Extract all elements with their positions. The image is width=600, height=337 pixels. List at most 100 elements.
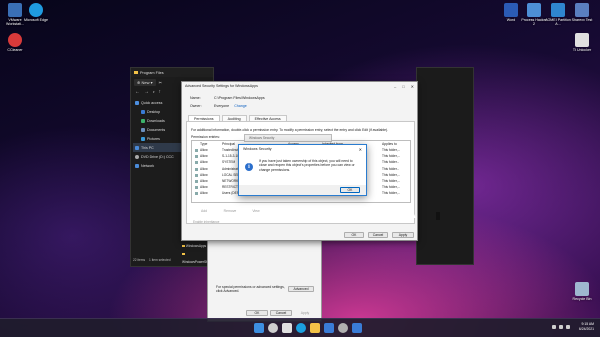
- sidebar-item-label: Network: [141, 163, 155, 168]
- desktop-icon: [141, 109, 145, 114]
- desktop-icon-recycle-bin[interactable]: Recycle Bin: [568, 282, 596, 301]
- task-view-icon[interactable]: [282, 323, 292, 333]
- permissions-description: For additional information, double-click…: [191, 128, 389, 132]
- sidebar-item-label: Pictures: [147, 136, 160, 141]
- close-icon[interactable]: ✕: [411, 84, 414, 89]
- windows-security-stub: Windows Security: [244, 134, 332, 142]
- cell-type: Allow: [200, 179, 208, 183]
- windows-security-dialog: Windows Security ✕ i If you have just ta…: [238, 144, 367, 196]
- volume-icon[interactable]: [566, 325, 570, 329]
- name-label: Name:: [190, 96, 201, 100]
- user-icon: [195, 149, 198, 152]
- name-value: C:\Program Files\WindowsApps: [214, 96, 265, 100]
- search-icon[interactable]: [268, 323, 278, 333]
- back-icon[interactable]: ←: [135, 89, 140, 95]
- file-explorer-icon[interactable]: [310, 323, 320, 333]
- change-owner-link[interactable]: Change: [234, 104, 247, 108]
- dialog-title: Windows Security: [243, 147, 272, 151]
- add-button[interactable]: Add: [193, 208, 215, 214]
- cell-type: Allow: [200, 160, 208, 165]
- enable-inheritance-option[interactable]: Enable inheritance: [193, 220, 219, 224]
- dialog-body: i If you have just taken ownership of th…: [239, 153, 366, 185]
- apply-button[interactable]: Apply: [294, 310, 316, 316]
- close-icon[interactable]: ✕: [359, 147, 362, 152]
- desktop-icon-edge[interactable]: Microsoft Edge: [22, 3, 50, 22]
- new-button[interactable]: ⊕ New ▾: [134, 78, 156, 86]
- document-icon: [141, 127, 145, 132]
- sidebar-item-label: Documents: [147, 127, 166, 132]
- dialog-title: Advanced Security Settings for WindowsAp…: [185, 84, 258, 88]
- edge-icon: [29, 3, 43, 17]
- cancel-button[interactable]: Cancel: [368, 232, 388, 238]
- shield-icon[interactable]: [352, 323, 362, 333]
- column-header-applies[interactable]: Applies to: [382, 142, 397, 146]
- taskbar-apps: [254, 323, 362, 333]
- cell-applies: This folder,...: [382, 179, 401, 183]
- desktop-icon-ccleaner[interactable]: CCleaner: [1, 33, 29, 52]
- start-icon[interactable]: [254, 323, 264, 333]
- user-icon: [195, 173, 198, 177]
- minimize-icon[interactable]: –: [394, 84, 396, 89]
- forward-icon[interactable]: →: [144, 89, 149, 95]
- sidebar-item-label: This PC: [141, 145, 154, 150]
- cut-icon[interactable]: ✂: [159, 80, 162, 85]
- maximize-icon[interactable]: □: [402, 84, 404, 89]
- owner-row: Owner: Everyone Change: [190, 104, 247, 108]
- folder-label: WindowsApps: [185, 244, 207, 248]
- column-header-principal[interactable]: Principal: [222, 142, 235, 146]
- advanced-button[interactable]: Advanced: [288, 286, 314, 292]
- folder-icon: [182, 253, 185, 255]
- cell-type: Allow: [200, 148, 208, 152]
- taskbar: 9:15 AM 6/24/2021: [0, 318, 600, 337]
- sidebar-item-label: DVD Drive (D:) CCC: [141, 154, 174, 159]
- explorer-titlebar: Program Files: [131, 68, 213, 77]
- recent-icon[interactable]: ▾: [153, 90, 155, 94]
- desktop-icon-ti-unlocker[interactable]: TI Unlocker: [568, 33, 596, 52]
- cell-applies: This folder,...: [382, 154, 401, 159]
- properties-dialog-fragment: For special permissions or advanced sett…: [207, 240, 322, 322]
- explorer-right-pane: [416, 67, 474, 265]
- cell-type: Allow: [200, 154, 208, 159]
- scrollbar-thumb[interactable]: [436, 212, 440, 220]
- computer-icon: [135, 145, 139, 150]
- cell-type: Allow: [200, 166, 208, 171]
- chevron-up-icon[interactable]: [552, 325, 556, 329]
- cell-applies: This folder...: [382, 160, 400, 165]
- new-label: New: [141, 79, 150, 85]
- lock-icon: [575, 33, 589, 47]
- settings-icon[interactable]: [338, 323, 348, 333]
- desktop-icon-label: Recycle Bin: [572, 297, 592, 301]
- sidebar-item-label: Desktop: [147, 109, 161, 114]
- network-icon[interactable]: [559, 325, 563, 329]
- cell-applies: This folder,...: [382, 172, 401, 177]
- dialog-titlebar: Advanced Security Settings for WindowsAp…: [182, 82, 417, 90]
- ok-button[interactable]: OK: [340, 187, 360, 193]
- aomei-icon: [551, 3, 565, 17]
- advanced-hint: For special permissions or advanced sett…: [216, 285, 285, 294]
- store-icon[interactable]: [324, 323, 334, 333]
- desktop-icon-label: Microsoft Edge: [24, 18, 48, 22]
- edge-icon[interactable]: [296, 323, 306, 333]
- cancel-button[interactable]: Cancel: [270, 310, 292, 316]
- cell-applies: This folder...: [382, 166, 400, 171]
- up-icon[interactable]: ↑: [159, 89, 162, 95]
- system-tray: [552, 325, 570, 329]
- owner-label: Owner:: [190, 104, 202, 108]
- view-button[interactable]: View: [245, 208, 267, 214]
- owner-value-group: Everyone Change: [214, 104, 247, 108]
- window-title: Program Files: [140, 70, 164, 75]
- remove-button[interactable]: Remove: [219, 208, 241, 214]
- desktop-icon-sharexx[interactable]: Sharexx Test: [568, 3, 596, 22]
- clock[interactable]: 9:15 AM 6/24/2021: [579, 322, 594, 332]
- user-icon: [195, 192, 198, 196]
- name-row: Name: C:\Program Files\WindowsApps: [190, 96, 265, 100]
- clock-date: 6/24/2021: [578, 326, 594, 331]
- network-icon: [135, 163, 139, 168]
- sharexx-icon: [575, 3, 589, 17]
- permission-entries-label: Permission entries:: [191, 135, 220, 139]
- apply-button[interactable]: Apply: [392, 232, 414, 238]
- cell-type: Allow: [200, 172, 208, 177]
- column-header-type[interactable]: Type: [200, 142, 207, 146]
- ok-button[interactable]: OK: [246, 310, 268, 316]
- ok-button[interactable]: OK: [344, 232, 364, 238]
